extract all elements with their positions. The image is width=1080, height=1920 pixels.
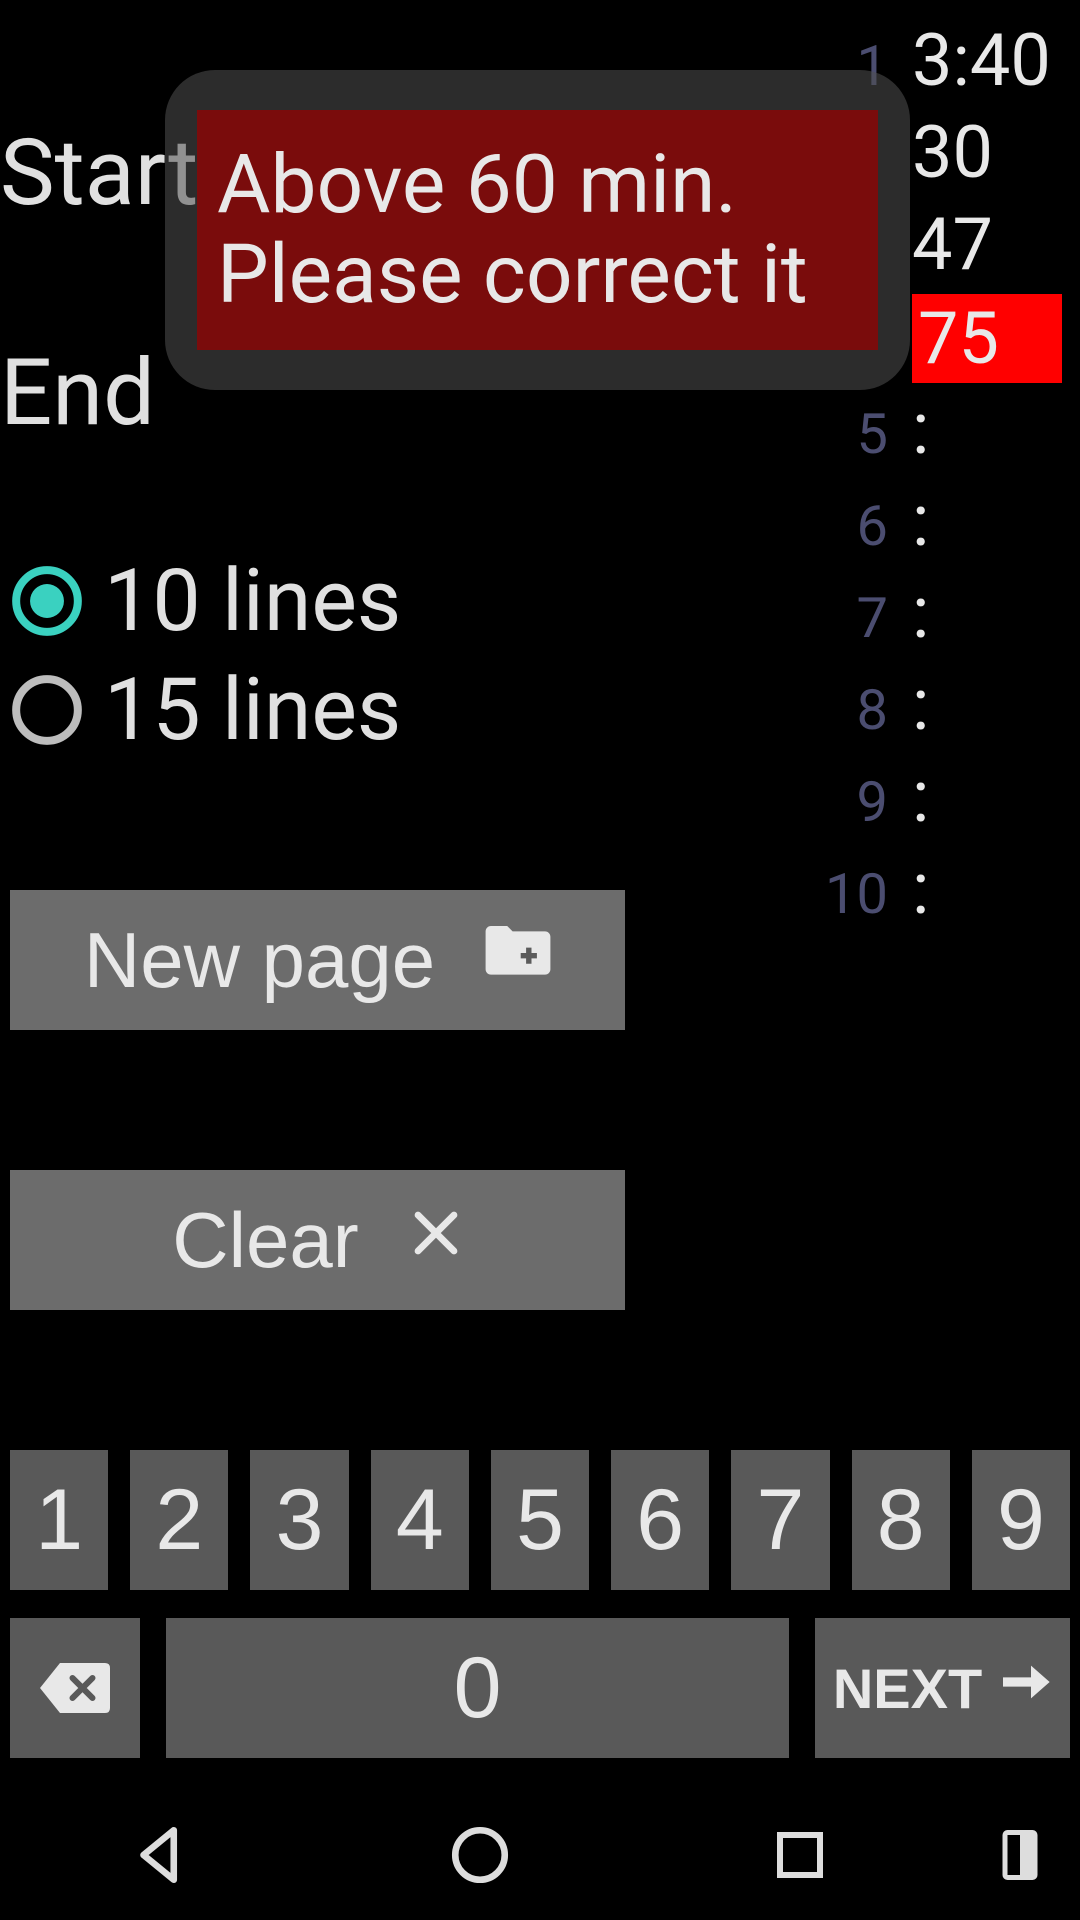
time-row-value[interactable]: : xyxy=(912,386,1062,471)
arrow-right-icon xyxy=(996,1651,1052,1725)
radio-10-lines[interactable]: 10 lines xyxy=(10,550,401,651)
key-8[interactable]: 8 xyxy=(852,1450,950,1590)
recent-apps-icon[interactable] xyxy=(770,1825,830,1885)
new-page-button[interactable]: New page xyxy=(10,890,625,1030)
time-row-value[interactable]: 47 xyxy=(912,202,1062,287)
key-next-label: NEXT xyxy=(833,1656,982,1721)
time-row-value[interactable]: : xyxy=(912,478,1062,563)
time-row-value[interactable]: : xyxy=(912,662,1062,747)
time-row-index: 7 xyxy=(824,585,888,651)
key-6[interactable]: 6 xyxy=(611,1450,709,1590)
radio-checked-icon xyxy=(10,564,84,638)
numeric-keypad: 1 2 3 4 5 6 7 8 9 0 NEXT xyxy=(10,1450,1070,1758)
error-tooltip: Above 60 min. Please correct it xyxy=(165,70,910,390)
time-row-value[interactable]: : xyxy=(912,846,1062,931)
time-row-index: 5 xyxy=(824,401,888,467)
new-folder-plus-icon xyxy=(485,926,551,994)
time-row-index: 10 xyxy=(824,861,888,927)
radio-10-lines-label: 10 lines xyxy=(104,550,401,651)
time-row-value-error[interactable]: 75 xyxy=(912,294,1062,383)
lines-radio-group: 10 lines 15 lines xyxy=(10,550,401,768)
system-navigation-bar xyxy=(0,1790,1080,1920)
time-row: 10 : xyxy=(742,846,1062,938)
close-icon xyxy=(409,1206,463,1274)
error-tooltip-line1: Above 60 min. xyxy=(217,140,858,230)
key-3[interactable]: 3 xyxy=(250,1450,348,1590)
radio-15-lines-label: 15 lines xyxy=(104,659,401,760)
back-icon[interactable] xyxy=(127,1822,193,1888)
key-7[interactable]: 7 xyxy=(731,1450,829,1590)
clear-button-label: Clear xyxy=(172,1195,358,1286)
backspace-icon xyxy=(35,1658,115,1718)
key-0[interactable]: 0 xyxy=(166,1618,789,1758)
key-9[interactable]: 9 xyxy=(972,1450,1070,1590)
time-row-index: 6 xyxy=(824,493,888,559)
key-1[interactable]: 1 xyxy=(10,1450,108,1590)
time-row-value[interactable]: 30 xyxy=(912,110,1062,195)
radio-15-lines[interactable]: 15 lines xyxy=(10,659,401,760)
split-screen-icon[interactable] xyxy=(998,1825,1042,1885)
time-row: 8 : xyxy=(742,662,1062,754)
error-tooltip-content: Above 60 min. Please correct it xyxy=(197,110,878,350)
time-row-index: 8 xyxy=(824,677,888,743)
time-row: 6 : xyxy=(742,478,1062,570)
time-row-value[interactable]: : xyxy=(912,570,1062,655)
key-2[interactable]: 2 xyxy=(130,1450,228,1590)
time-row: 9 : xyxy=(742,754,1062,846)
time-row-value[interactable]: 3:40 xyxy=(912,18,1062,103)
time-row: 5 : xyxy=(742,386,1062,478)
key-next[interactable]: NEXT xyxy=(815,1618,1070,1758)
radio-unchecked-icon xyxy=(10,673,84,747)
time-row-value[interactable]: : xyxy=(912,754,1062,839)
end-label: End xyxy=(0,340,155,447)
key-4[interactable]: 4 xyxy=(371,1450,469,1590)
key-5[interactable]: 5 xyxy=(491,1450,589,1590)
clear-button[interactable]: Clear xyxy=(10,1170,625,1310)
home-icon[interactable] xyxy=(447,1822,513,1888)
time-row-index: 9 xyxy=(824,769,888,835)
error-tooltip-line2: Please correct it xyxy=(217,230,858,320)
time-row: 7 : xyxy=(742,570,1062,662)
key-backspace[interactable] xyxy=(10,1618,140,1758)
new-page-button-label: New page xyxy=(84,915,435,1006)
